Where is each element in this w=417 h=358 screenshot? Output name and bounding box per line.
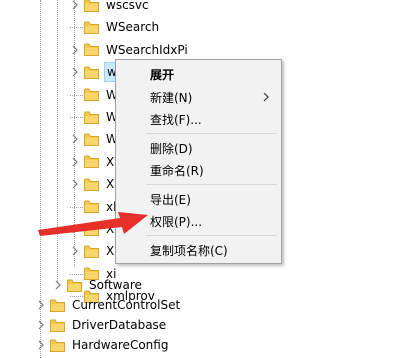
- folder-icon: [84, 200, 99, 214]
- menu-item-copy-key-name[interactable]: 复制项名称(C): [118, 239, 279, 261]
- tree-node[interactable]: X: [84, 152, 116, 172]
- expand-chevron-icon[interactable]: [52, 279, 64, 291]
- expand-chevron-icon[interactable]: [69, 0, 81, 11]
- tree-node[interactable]: WSearch: [84, 17, 161, 37]
- folder-icon: [84, 43, 99, 57]
- folder-icon: [84, 111, 99, 124]
- expand-chevron-icon[interactable]: [69, 66, 81, 78]
- tree-node-label: CurrentControlSet: [72, 298, 181, 312]
- expand-chevron-icon[interactable]: [69, 44, 81, 56]
- tree-node-label: DriverDatabase: [72, 318, 167, 332]
- menu-item-copy-key-name-label: 复制项名称(C): [150, 243, 228, 258]
- menu-item-export[interactable]: 导出(E): [118, 188, 279, 210]
- menu-item-delete-label: 删除(D): [150, 141, 193, 156]
- menu-item-permissions-label: 权限(P)...: [150, 214, 203, 229]
- tree-node[interactable]: DriverDatabase: [50, 315, 168, 335]
- folder-icon: [84, 88, 99, 102]
- menu-item-new[interactable]: 新建(N): [118, 86, 279, 108]
- expand-chevron-icon[interactable]: [35, 299, 47, 311]
- context-menu: 展开 新建(N) 查找(F)... 删除(D) 重命名(R) 导出(E) 权限(…: [115, 59, 282, 264]
- tree-node[interactable]: Software: [67, 275, 144, 295]
- expand-chevron-icon[interactable]: [69, 245, 81, 257]
- tree-node[interactable]: WSearchIdxPi: [84, 40, 190, 60]
- menu-item-expand[interactable]: 展开: [118, 63, 279, 85]
- folder-icon: [84, 223, 99, 236]
- expand-chevron-icon[interactable]: [35, 319, 47, 331]
- tree-node[interactable]: wscsvc: [84, 0, 151, 15]
- menu-item-rename[interactable]: 重命名(R): [118, 159, 279, 181]
- folder-icon: [67, 279, 82, 292]
- folder-icon: [84, 245, 99, 258]
- menu-item-find[interactable]: 查找(F)...: [118, 108, 279, 130]
- folder-icon: [84, 133, 99, 146]
- submenu-chevron-icon: [263, 91, 269, 105]
- folder-icon: [84, 155, 99, 169]
- tree-node-label: Software: [89, 278, 142, 292]
- menu-item-expand-label: 展开: [150, 67, 175, 82]
- menu-item-rename-label: 重命名(R): [150, 163, 204, 178]
- tree-node[interactable]: X: [84, 241, 116, 261]
- menu-separator: [146, 184, 277, 185]
- tree-node[interactable]: X: [84, 219, 116, 239]
- tree-node-label: wscsvc: [106, 0, 149, 12]
- expand-chevron-icon[interactable]: [69, 156, 81, 168]
- expand-chevron-icon[interactable]: [69, 133, 81, 145]
- menu-item-export-label: 导出(E): [150, 192, 191, 207]
- tree-node[interactable]: X: [84, 174, 116, 194]
- folder-icon: [84, 66, 99, 79]
- folder-icon: [84, 21, 99, 34]
- folder-icon: [50, 319, 65, 332]
- expand-chevron-icon[interactable]: [35, 339, 47, 351]
- tree-node-label: WSearchIdxPi: [106, 42, 188, 57]
- menu-item-delete[interactable]: 删除(D): [118, 137, 279, 159]
- folder-icon: [84, 0, 99, 12]
- tree-node[interactable]: HardwareConfig: [50, 335, 170, 355]
- folder-icon: [84, 178, 99, 191]
- menu-separator: [146, 235, 277, 236]
- expand-chevron-icon[interactable]: [69, 178, 81, 190]
- menu-item-permissions[interactable]: 权限(P)...: [118, 210, 279, 232]
- folder-icon: [50, 299, 65, 312]
- tree-node[interactable]: CurrentControlSet: [50, 295, 182, 315]
- folder-icon: [50, 339, 65, 352]
- menu-separator: [146, 133, 277, 134]
- tree-node-label: HardwareConfig: [72, 338, 169, 352]
- expand-chevron-icon[interactable]: [69, 223, 81, 235]
- menu-item-find-label: 查找(F)...: [150, 112, 202, 127]
- menu-item-new-label: 新建(N): [150, 90, 193, 105]
- tree-node-label: WSearch: [106, 20, 160, 35]
